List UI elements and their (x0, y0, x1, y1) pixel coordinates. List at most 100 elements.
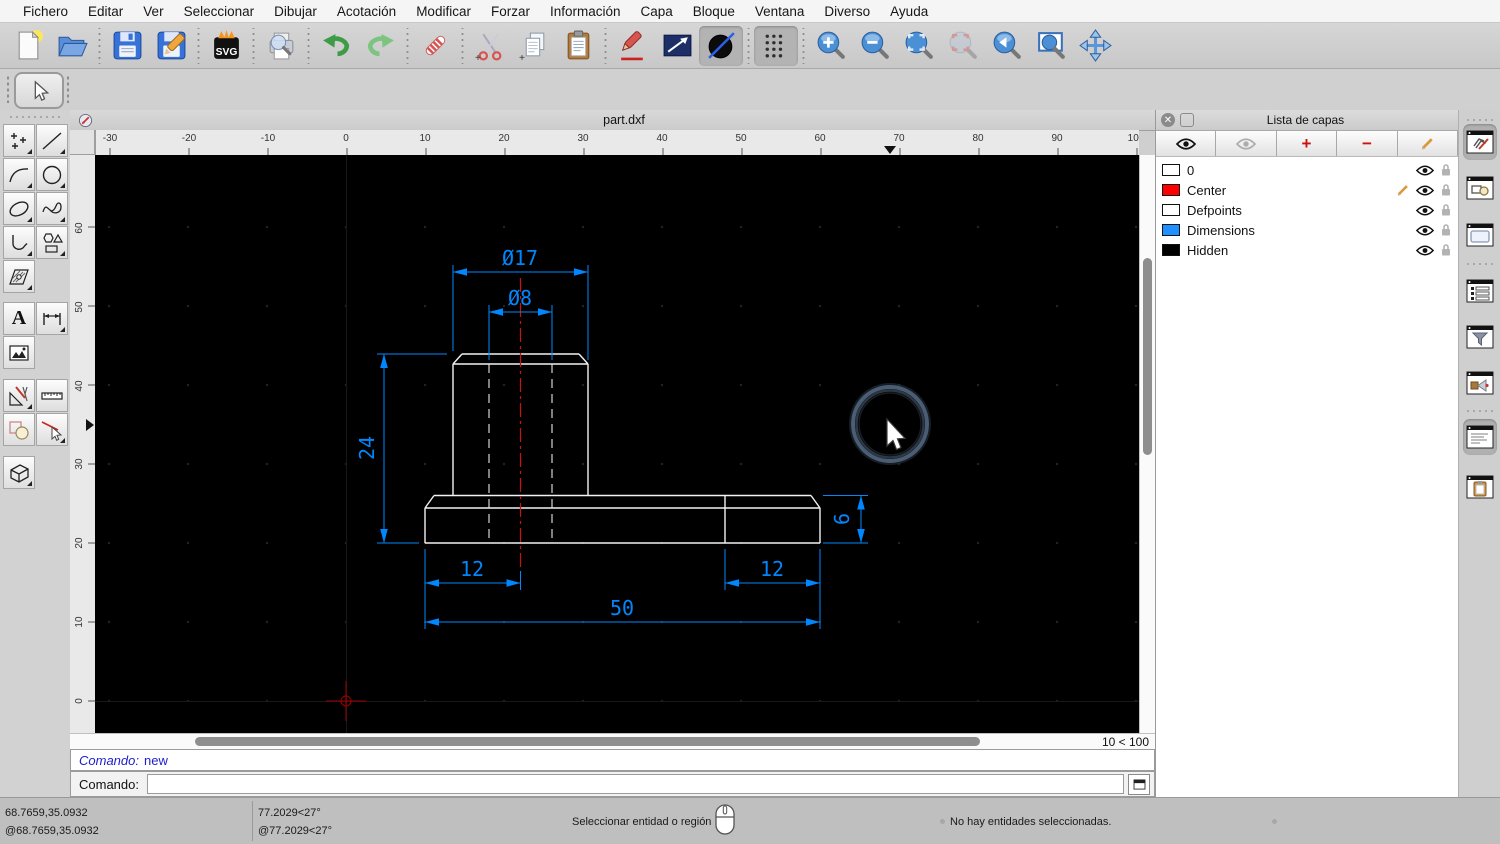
vertical-scrollbar[interactable] (1139, 155, 1156, 733)
undo-button[interactable] (314, 26, 358, 66)
image-tool-button[interactable] (3, 336, 35, 369)
layer-list-panel-button[interactable] (1463, 124, 1497, 160)
point-tool-button[interactable] (3, 124, 35, 157)
add-layer-button[interactable]: + (1277, 131, 1337, 156)
zoom-auto-button[interactable] (897, 26, 941, 66)
hide-all-layers-button[interactable] (1216, 131, 1276, 156)
trim-tool-button[interactable] (36, 413, 68, 446)
layer-row-center[interactable]: Center (1156, 180, 1458, 200)
menu-capa[interactable]: Capa (631, 4, 683, 19)
open-file-button[interactable] (50, 26, 94, 66)
pan-button[interactable] (1073, 26, 1117, 66)
save-button[interactable] (105, 26, 149, 66)
layer-row-hidden[interactable]: Hidden (1156, 240, 1458, 260)
layer-row-dimensions[interactable]: Dimensions (1156, 220, 1458, 240)
layer-color-swatch[interactable] (1162, 244, 1180, 256)
layer-color-swatch[interactable] (1162, 204, 1180, 216)
new-file-button[interactable] (6, 26, 50, 66)
layer-lock-icon[interactable] (1440, 243, 1452, 257)
grid-toggle-button[interactable] (754, 26, 798, 66)
clipboard-panel-button[interactable] (1463, 469, 1497, 505)
layer-visible-icon[interactable] (1416, 225, 1434, 236)
menu-modificar[interactable]: Modificar (406, 4, 481, 19)
close-panel-icon[interactable]: ✕ (1161, 113, 1175, 127)
property-editor-panel-button[interactable] (1463, 273, 1497, 309)
dimension-tool-button[interactable] (36, 302, 68, 335)
horizontal-scrollbar[interactable]: 10 < 100 (70, 733, 1155, 750)
layer-lock-icon[interactable] (1440, 183, 1452, 197)
block-list-panel-button[interactable] (1463, 170, 1497, 206)
drag-handle[interactable] (66, 75, 70, 103)
polyline-tool-button[interactable] (3, 226, 35, 259)
zoom-out-button[interactable] (853, 26, 897, 66)
menu-dibujar[interactable]: Dibujar (264, 4, 327, 19)
menu-bloque[interactable]: Bloque (683, 4, 745, 19)
ellipse-tool-button[interactable] (3, 192, 35, 225)
command-options-button[interactable] (1128, 774, 1150, 795)
print-preview-button[interactable] (259, 26, 303, 66)
layer-lock-icon[interactable] (1440, 223, 1452, 237)
menu-seleccionar[interactable]: Seleccionar (174, 4, 265, 19)
save-as-button[interactable] (149, 26, 193, 66)
zoom-previous-button[interactable] (985, 26, 1029, 66)
selection-filter-panel-button[interactable] (1463, 319, 1497, 355)
line-edit-button[interactable] (655, 26, 699, 66)
vertical-scrollbar-thumb[interactable] (1143, 258, 1152, 455)
menu-informacion[interactable]: Información (540, 4, 631, 19)
layer-lock-icon[interactable] (1440, 163, 1452, 177)
circle-tool-button[interactable] (699, 26, 743, 66)
zoom-in-button[interactable] (809, 26, 853, 66)
library-browser-panel-button[interactable] (1463, 365, 1497, 401)
edit-layer-button[interactable] (1398, 131, 1458, 156)
menu-ventana[interactable]: Ventana (745, 4, 815, 19)
drag-handle[interactable] (6, 75, 10, 103)
draw-pencil-button[interactable] (611, 26, 655, 66)
layer-row-defpoints[interactable]: Defpoints (1156, 200, 1458, 220)
command-line-panel-button[interactable] (1463, 419, 1497, 455)
copy-button[interactable]: + (512, 26, 556, 66)
view-list-panel-button[interactable] (1463, 217, 1497, 253)
layer-color-swatch[interactable] (1162, 164, 1180, 176)
layer-visible-icon[interactable] (1416, 245, 1434, 256)
selection-tool-button[interactable] (14, 72, 64, 109)
show-all-layers-button[interactable] (1156, 131, 1216, 156)
layer-lock-icon[interactable] (1440, 203, 1452, 217)
drag-handle[interactable] (8, 115, 62, 119)
menu-ayuda[interactable]: Ayuda (880, 4, 938, 19)
circle-tool-palette-button[interactable] (36, 158, 68, 191)
remove-layer-button[interactable]: − (1337, 131, 1397, 156)
layer-row-0[interactable]: 0 (1156, 160, 1458, 180)
paste-button[interactable] (556, 26, 600, 66)
menu-acotacion[interactable]: Acotación (327, 4, 406, 19)
document-tab-title[interactable]: part.dxf (93, 113, 1155, 127)
svg-export-button[interactable]: SVG (204, 26, 248, 66)
layer-visible-icon[interactable] (1416, 205, 1434, 216)
shape-tool-button[interactable] (36, 226, 68, 259)
undock-panel-icon[interactable] (1180, 113, 1194, 127)
arc-tool-button[interactable] (3, 158, 35, 191)
line-tool-palette-button[interactable] (36, 124, 68, 157)
drawing-viewport[interactable]: Ø17 Ø8 24 6 (95, 155, 1139, 733)
zoom-window-button[interactable] (1029, 26, 1073, 66)
layer-color-swatch[interactable] (1162, 224, 1180, 236)
command-input[interactable] (147, 774, 1124, 794)
menu-editar[interactable]: Editar (78, 4, 133, 19)
hatch-tool-button[interactable] (3, 260, 35, 293)
measure-tool-button[interactable] (36, 379, 68, 412)
zoom-selection-button[interactable] (941, 26, 985, 66)
layer-visible-icon[interactable] (1416, 165, 1434, 176)
redo-button[interactable] (358, 26, 402, 66)
menu-forzar[interactable]: Forzar (481, 4, 540, 19)
menu-diverso[interactable]: Diverso (814, 4, 880, 19)
cut-button[interactable]: + (468, 26, 512, 66)
text-tool-button[interactable]: A (3, 302, 35, 335)
solid-tool-button[interactable] (3, 456, 35, 489)
horizontal-scrollbar-thumb[interactable] (195, 737, 980, 746)
layer-visible-icon[interactable] (1416, 185, 1434, 196)
modify-tool-button[interactable] (3, 413, 35, 446)
drafting-tools-button[interactable] (3, 379, 35, 412)
drawing-canvas-svg[interactable]: Ø17 Ø8 24 6 (95, 155, 1139, 733)
menu-fichero[interactable]: Fichero (13, 4, 78, 19)
layer-color-swatch[interactable] (1162, 184, 1180, 196)
menu-ver[interactable]: Ver (133, 4, 173, 19)
